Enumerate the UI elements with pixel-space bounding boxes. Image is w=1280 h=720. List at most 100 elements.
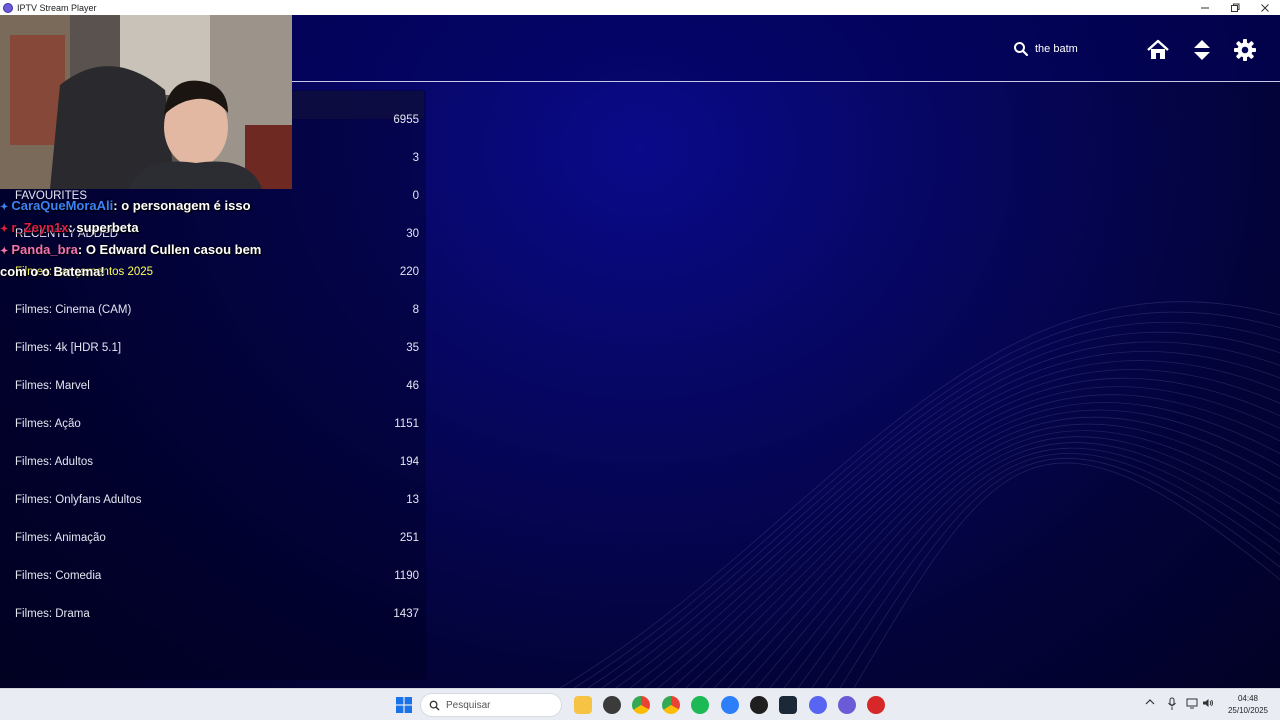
category-count: 13	[406, 494, 419, 506]
window-titlebar: IPTV Stream Player	[0, 0, 1280, 15]
chrome-profile-icon[interactable]	[662, 696, 680, 714]
category-count: 3	[412, 152, 419, 164]
category-count: 194	[399, 456, 419, 468]
category-count: 6955	[393, 114, 419, 126]
wave-line	[671, 377, 1280, 688]
restore-icon	[1231, 3, 1240, 12]
minimize-icon	[1201, 7, 1209, 8]
close-button[interactable]	[1250, 0, 1280, 15]
search-icon	[429, 700, 440, 711]
gear-icon	[1234, 39, 1256, 61]
iptv-player-icon[interactable]	[838, 696, 856, 714]
category-label: Filmes: Onlyfans Adultos	[15, 494, 142, 506]
window-title: IPTV Stream Player	[17, 2, 97, 13]
steam-icon[interactable]	[779, 696, 797, 714]
chat-badge-icon: ✦	[0, 246, 9, 257]
wave-line	[699, 394, 1280, 688]
chrome-icon[interactable]	[632, 696, 650, 714]
search-icon	[1014, 42, 1029, 57]
clock-time: 04:48	[1237, 694, 1259, 703]
wave-line	[839, 458, 1280, 688]
category-label: Filmes: Adultos	[15, 456, 93, 468]
category-count: 1437	[393, 608, 419, 620]
chat-text: : o personagem é isso	[113, 198, 251, 213]
category-row[interactable]: Filmes: Cinema (CAM) 8	[0, 291, 426, 329]
clock-date: 25/10/2025	[1227, 706, 1269, 715]
category-count: 8	[412, 304, 419, 316]
wave-line	[783, 436, 1280, 688]
chat-username: Panda_bra	[11, 242, 78, 257]
category-count: 1151	[394, 418, 419, 430]
wave-line	[741, 416, 1280, 688]
obs-icon[interactable]	[750, 696, 768, 714]
close-icon	[1261, 3, 1269, 12]
taskbar: Pesquisar ✿ 04:48 25/10/2025	[0, 688, 1280, 720]
restore-button[interactable]	[1220, 0, 1250, 15]
wave-line	[727, 409, 1280, 688]
microphone-icon[interactable]	[1167, 697, 1177, 711]
taskbar-clock[interactable]: 04:48 25/10/2025	[1222, 693, 1274, 717]
chat-message: ✦ r_Zeyn1x: superbeta	[0, 218, 300, 240]
category-row[interactable]: Filmes: Adultos 194	[0, 443, 426, 481]
category-label: Filmes: Animação	[15, 532, 106, 544]
wave-line	[601, 331, 1280, 688]
search-box[interactable]	[1012, 37, 1136, 61]
search-input[interactable]	[1035, 43, 1131, 55]
window-controls	[1190, 0, 1280, 15]
tray-chevron-up-icon[interactable]	[1145, 697, 1155, 707]
wave-line	[573, 311, 1280, 688]
category-count: 1190	[394, 570, 419, 582]
discord-icon[interactable]	[809, 696, 827, 714]
wave-line	[713, 402, 1280, 688]
category-label: Filmes: Cinema (CAM)	[15, 304, 132, 316]
home-icon	[1147, 39, 1169, 59]
category-row[interactable]: Filmes: Comedia 1190	[0, 557, 426, 595]
wave-line	[811, 447, 1280, 688]
category-count: 220	[399, 266, 419, 278]
category-row[interactable]: Filmes: Onlyfans Adultos 13	[0, 481, 426, 519]
category-count: 35	[406, 342, 419, 354]
category-row[interactable]: Filmes: Drama 1437	[0, 595, 426, 633]
sort-button[interactable]	[1189, 37, 1215, 63]
windows-start-icon[interactable]	[396, 697, 412, 713]
app-red-icon[interactable]	[867, 696, 885, 714]
messenger-icon[interactable]	[721, 696, 739, 714]
chat-text: com o o Batema!	[0, 264, 105, 279]
file-explorer-icon[interactable]	[574, 696, 592, 714]
spotify-icon[interactable]	[691, 696, 709, 714]
home-button[interactable]	[1145, 37, 1171, 63]
category-row[interactable]: Filmes: Marvel 46	[0, 367, 426, 405]
overwatch-icon[interactable]	[603, 696, 621, 714]
chat-username: r_Zeyn1x	[11, 220, 69, 235]
chat-text: : superbeta	[68, 220, 139, 235]
network-icon[interactable]	[1186, 697, 1198, 709]
category-count: 251	[399, 532, 419, 544]
webcam-overlay	[0, 15, 292, 189]
chat-badge-icon: ✦	[0, 224, 9, 235]
taskbar-search[interactable]: Pesquisar	[420, 693, 562, 717]
category-row[interactable]: Filmes: 4k [HDR 5.1] 35	[0, 329, 426, 367]
chat-message: com o o Batema!	[0, 262, 300, 282]
taskbar-search-placeholder: Pesquisar	[446, 699, 491, 711]
wave-line	[825, 452, 1280, 688]
chat-username: CaraQueMoraAli	[11, 198, 114, 213]
category-label: Filmes: 4k [HDR 5.1]	[15, 342, 122, 354]
wave-line	[657, 369, 1280, 688]
stream-chat: ✦ CaraQueMoraAli: o personagem é isso ✦ r_Z…	[0, 196, 300, 282]
wave-line	[755, 423, 1280, 688]
category-label: Filmes: Marvel	[15, 380, 90, 392]
chat-text: : O Edward Cullen casou bem	[77, 242, 262, 257]
category-row[interactable]: Filmes: Ação 1151	[0, 405, 426, 443]
wave-line	[587, 321, 1280, 688]
category-count: 0	[412, 190, 419, 202]
category-label: Filmes: Ação	[15, 418, 81, 430]
chat-badge-icon: ✦	[0, 202, 9, 213]
settings-button[interactable]	[1232, 37, 1258, 63]
minimize-button[interactable]	[1190, 0, 1220, 15]
chat-message: ✦ Panda_bra: O Edward Cullen casou bem	[0, 240, 300, 262]
volume-icon[interactable]	[1202, 697, 1214, 709]
category-row[interactable]: Filmes: Animação 251	[0, 519, 426, 557]
app-icon	[3, 2, 13, 13]
category-count: 46	[406, 380, 419, 392]
category-label: Filmes: Drama	[15, 608, 90, 620]
